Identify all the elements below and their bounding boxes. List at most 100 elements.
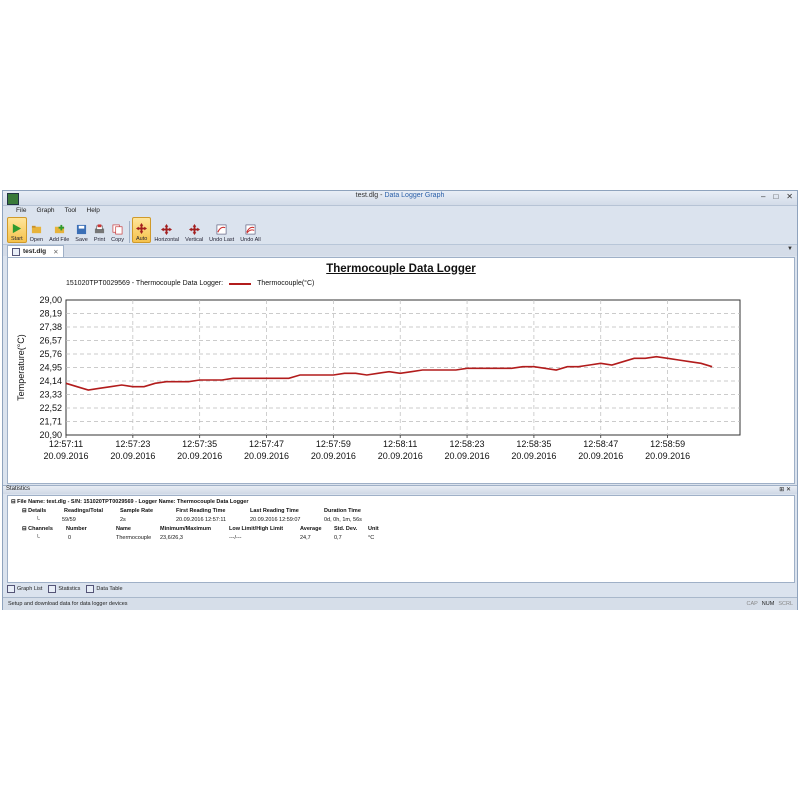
readings-value: 59/59 <box>62 517 76 523</box>
window-title: test.dlg - Data Logger Graph <box>355 192 445 199</box>
copy-button[interactable]: Copy <box>108 219 127 243</box>
duration-value: 0d, 0h, 1m, 56s <box>324 517 362 523</box>
close-button[interactable]: ✕ <box>786 192 793 201</box>
limits-header: Low Limit/High Limit <box>229 526 284 532</box>
undo-all-button[interactable]: Undo All <box>237 219 264 243</box>
undo-all-label: Undo All <box>240 237 261 243</box>
number-header: Number <box>66 526 87 532</box>
statistics-tab-label: Statistics <box>58 586 81 592</box>
y-tick-label: 27,38 <box>39 322 62 332</box>
auto-button[interactable]: Auto <box>131 217 152 243</box>
x-tick-label-date: 20.09.2016 <box>110 451 155 461</box>
title-bar: test.dlg - Data Logger Graph – □ ✕ <box>3 191 797 206</box>
x-tick-label-time: 12:57:23 <box>115 439 150 449</box>
start-button[interactable]: Start <box>7 217 27 243</box>
sample-rate-header: Sample Rate <box>120 508 154 514</box>
average-value: 24,7 <box>300 535 311 541</box>
vertical-label: Vertical <box>185 237 204 243</box>
minimize-button[interactable]: – <box>761 192 765 201</box>
y-tick-label: 21,71 <box>39 417 62 427</box>
readings-header: Readings/Total <box>64 508 104 514</box>
tab-graph-list[interactable]: Graph List <box>7 584 42 594</box>
play-icon <box>13 223 22 234</box>
stddev-header: Std. Dev. <box>334 526 358 532</box>
menu-tool[interactable]: Tool <box>60 206 82 217</box>
toolbar: Start Open Add File Save Print Copy Auto <box>7 217 264 243</box>
first-reading-value: 20.09.2016 12:57:11 <box>176 517 227 523</box>
scrl-indicator: SCRL <box>778 601 793 607</box>
y-tick-label: 22,52 <box>39 403 62 413</box>
tab-test-dlg[interactable]: test.dlg ✕ <box>7 245 64 257</box>
menu-bar: File Graph Tool Help <box>3 206 800 217</box>
file-tree-node[interactable]: ⊟ File Name: test.dlg - S/N: 151020TPT00… <box>11 499 249 505</box>
cap-indicator: CAP <box>746 601 758 607</box>
x-tick-label-date: 20.09.2016 <box>445 451 490 461</box>
statistics-title: Statistics <box>6 486 31 492</box>
app-window: test.dlg - Data Logger Graph – □ ✕ File … <box>2 190 798 610</box>
tab-statistics[interactable]: Statistics <box>48 584 80 594</box>
auto-label: Auto <box>135 236 148 242</box>
open-label: Open <box>29 237 44 243</box>
statistics-panel-header: Statistics ⊞ ✕ <box>3 485 797 494</box>
x-tick-label-date: 20.09.2016 <box>511 451 556 461</box>
x-tick-label-date: 20.09.2016 <box>177 451 222 461</box>
add-file-label: Add File <box>49 237 70 243</box>
tab-dropdown-icon[interactable]: ▼ <box>787 246 793 252</box>
y-tick-label: 24,95 <box>39 363 62 373</box>
minmax-header: Minimum/Maximum <box>160 526 212 532</box>
name-header: Name <box>116 526 131 532</box>
tab-close-icon[interactable]: ✕ <box>53 248 58 256</box>
last-reading-header: Last Reading Time <box>250 508 299 514</box>
name-value: Thermocouple <box>116 535 152 541</box>
menu-help[interactable]: Help <box>82 206 105 217</box>
x-tick-label-time: 12:57:11 <box>49 439 83 449</box>
undo-last-button[interactable]: Undo Last <box>206 219 237 243</box>
minmax-value: 23,6/26,3 <box>160 535 183 541</box>
horizontal-label: Horizontal <box>154 237 180 243</box>
temperature-chart[interactable]: 29,00 28,19 27,38 26,57 25,76 24,95 24,14 23,33… <box>8 258 794 483</box>
average-header: Average <box>300 526 322 532</box>
x-tick-label-date: 20.09.2016 <box>244 451 289 461</box>
num-indicator: NUM <box>761 601 775 607</box>
y-tick-label: 24,14 <box>39 376 62 386</box>
details-label: Details <box>28 508 47 514</box>
duration-header: Duration Time <box>324 508 361 514</box>
graph-doc-icon <box>12 247 20 256</box>
pin-close-icon[interactable]: ⊞ ✕ <box>779 486 791 493</box>
folder-open-icon <box>31 225 41 234</box>
last-reading-value: 20.09.2016 12:59:07 <box>250 517 301 523</box>
undo-last-label: Undo Last <box>209 237 235 243</box>
add-file-icon <box>54 224 64 234</box>
start-label: Start <box>11 236 23 242</box>
horizontal-button[interactable]: Horizontal <box>151 219 182 243</box>
copy-icon <box>112 224 123 235</box>
vertical-button[interactable]: Vertical <box>182 219 206 243</box>
y-tick-label: 23,33 <box>39 390 62 400</box>
first-reading-header: First Reading Time <box>176 508 226 514</box>
open-button[interactable]: Open <box>27 219 46 243</box>
stddev-value: 0,7 <box>334 535 342 541</box>
x-tick-label-time: 12:58:59 <box>650 439 685 449</box>
add-file-button[interactable]: Add File <box>46 219 72 243</box>
limits-value: ---/--- <box>229 535 242 541</box>
x-tick-label-date: 20.09.2016 <box>578 451 623 461</box>
save-label: Save <box>75 237 88 243</box>
graph-pane: Thermocouple Data Logger 151020TPT002956… <box>7 257 795 484</box>
file-info-line: File Name: test.dlg - S/N: 151020TPT0029… <box>17 499 249 505</box>
print-label: Print <box>93 237 106 243</box>
unit-header: Unit <box>368 526 379 532</box>
save-icon <box>76 224 87 235</box>
print-button[interactable]: Print <box>91 219 108 243</box>
x-tick-label-time: 12:57:35 <box>182 439 217 449</box>
channels-node[interactable]: ⊟ Channels <box>22 526 53 532</box>
details-node[interactable]: ⊟ Details <box>22 508 46 514</box>
y-tick-label: 25,76 <box>39 349 62 359</box>
x-tick-label-date: 20.09.2016 <box>43 451 88 461</box>
save-button[interactable]: Save <box>72 219 91 243</box>
menu-file[interactable]: File <box>11 206 31 217</box>
menu-graph[interactable]: Graph <box>31 206 59 217</box>
maximize-button[interactable]: □ <box>773 192 778 201</box>
tree-line: └ <box>36 517 40 523</box>
tab-data-table[interactable]: Data Table <box>86 584 123 594</box>
statistics-pane: ⊟ File Name: test.dlg - S/N: 151020TPT00… <box>7 495 795 583</box>
